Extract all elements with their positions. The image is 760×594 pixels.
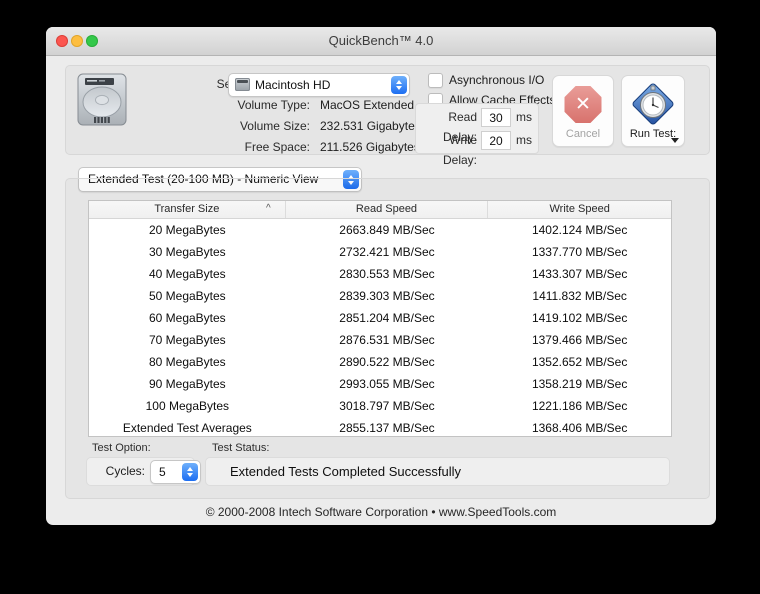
stepper-icon[interactable] xyxy=(182,463,198,481)
table-row-averages: Extended Test Averages 2855.137 MB/Sec 1… xyxy=(89,417,671,439)
transfer-size-cell: 60 MegaBytes xyxy=(148,311,226,325)
read-speed-cell: 3018.797 MB/Sec xyxy=(339,399,435,413)
async-io-checkbox-row: Asynchronous I/O xyxy=(428,72,544,88)
volume-type-value: MacOS Extended xyxy=(320,98,415,112)
transfer-size-cell: 100 MegaBytes xyxy=(145,399,230,413)
read-speed-cell: 2830.553 MB/Sec xyxy=(339,267,435,281)
table-row: 100 MegaBytes 3018.797 MB/Sec 1221.186 M… xyxy=(89,395,671,417)
volume-values: MacOS Extended 232.531 Gigabytes 211.526… xyxy=(320,95,421,158)
stepper-icon[interactable] xyxy=(391,76,407,94)
results-table: Transfer Size ^ Read Speed Write Speed 2… xyxy=(88,200,672,437)
write-speed-cell: 1358.219 MB/Sec xyxy=(531,377,628,391)
write-delay-unit: ms xyxy=(516,133,532,147)
transfer-size-cell: 90 MegaBytes xyxy=(148,377,226,391)
selected-volume-dropdown[interactable]: Macintosh HD xyxy=(228,73,410,97)
dropdown-arrow-icon xyxy=(671,138,679,143)
table-header: Transfer Size ^ Read Speed Write Speed xyxy=(89,201,671,219)
write-speed-cell: 1411.832 MB/Sec xyxy=(532,289,627,303)
cancel-button-label: Cancel xyxy=(565,128,601,140)
write-speed-cell: 1419.102 MB/Sec xyxy=(531,311,628,325)
transfer-size-cell: 30 MegaBytes xyxy=(148,245,226,259)
selected-volume-value: Macintosh HD xyxy=(255,78,331,92)
cancel-button[interactable]: ✕ Cancel xyxy=(552,75,614,147)
read-delay-input[interactable] xyxy=(481,108,511,127)
write-speed-cell: 1433.307 MB/Sec xyxy=(531,267,628,281)
write-speed-cell: 1368.406 MB/Sec xyxy=(531,421,628,435)
read-speed-cell: 2851.204 MB/Sec xyxy=(339,311,435,325)
volume-type-label: Volume Type: xyxy=(237,98,311,112)
copyright-footer: © 2000-2008 Intech Software Corporation … xyxy=(205,505,557,519)
transfer-size-cell: 20 MegaBytes xyxy=(148,223,226,237)
async-io-checkbox[interactable] xyxy=(428,72,443,88)
read-speed-cell: 2839.303 MB/Sec xyxy=(339,289,435,303)
read-speed-cell: 2732.421 MB/Sec xyxy=(339,245,435,259)
read-speed-cell: 2855.137 MB/Sec xyxy=(339,421,435,435)
transfer-size-cell: 50 MegaBytes xyxy=(148,289,226,303)
cycles-dropdown[interactable]: 5 xyxy=(150,460,201,484)
table-row: 40 MegaBytes 2830.553 MB/Sec 1433.307 MB… xyxy=(89,263,671,285)
table-row: 70 MegaBytes 2876.531 MB/Sec 1379.466 MB… xyxy=(89,329,671,351)
transfer-size-cell: 40 MegaBytes xyxy=(148,267,226,281)
stop-octagon-icon: ✕ xyxy=(564,86,602,123)
run-test-button[interactable]: Run Test: xyxy=(621,75,685,147)
read-speed-cell: 2890.522 MB/Sec xyxy=(339,355,435,369)
volume-size-value: 232.531 Gigabytes xyxy=(320,119,421,133)
free-space-label: Free Space: xyxy=(244,140,310,154)
read-delay-unit: ms xyxy=(516,110,532,124)
write-speed-cell: 1402.124 MB/Sec xyxy=(531,223,628,237)
test-option-label: Test Option: xyxy=(92,442,151,454)
table-row: 60 MegaBytes 2851.204 MB/Sec 1419.102 MB… xyxy=(89,307,671,329)
column-header-write-speed[interactable]: Write Speed xyxy=(488,201,671,218)
write-speed-cell: 1221.186 MB/Sec xyxy=(531,399,628,413)
write-speed-cell: 1379.466 MB/Sec xyxy=(531,333,628,347)
volume-size-label: Volume Size: xyxy=(239,119,310,133)
async-io-label: Asynchronous I/O xyxy=(449,73,545,87)
write-delay-input[interactable] xyxy=(481,131,511,150)
app-window: QuickBench™ 4.0 Volume Type: Volume Size… xyxy=(46,27,716,525)
free-space-value: 211.526 Gigabytes xyxy=(320,140,420,154)
write-speed-cell: 1337.770 MB/Sec xyxy=(531,245,628,259)
test-status-value: Extended Tests Completed Successfully xyxy=(230,464,461,479)
window-titlebar: QuickBench™ 4.0 xyxy=(46,27,716,56)
read-speed-cell: 2876.531 MB/Sec xyxy=(339,333,435,347)
write-delay-label: Write Delay: xyxy=(442,133,477,167)
table-row: 50 MegaBytes 2839.303 MB/Sec 1411.832 MB… xyxy=(89,285,671,307)
column-header-read-speed[interactable]: Read Speed xyxy=(286,201,489,218)
stopwatch-icon xyxy=(632,83,674,125)
sort-ascending-icon: ^ xyxy=(265,203,271,214)
hard-drive-icon xyxy=(77,73,127,132)
cycles-label: Cycles: xyxy=(105,464,145,478)
table-row: 90 MegaBytes 2993.055 MB/Sec 1358.219 MB… xyxy=(89,373,671,395)
transfer-size-cell: 80 MegaBytes xyxy=(148,355,226,369)
cycles-value: 5 xyxy=(159,465,166,479)
test-status-label: Test Status: xyxy=(212,442,270,454)
transfer-size-cell: 70 MegaBytes xyxy=(148,333,226,347)
table-row: 20 MegaBytes 2663.849 MB/Sec 1402.124 MB… xyxy=(89,219,671,241)
transfer-size-cell: Extended Test Averages xyxy=(122,421,252,435)
column-header-transfer-size[interactable]: Transfer Size ^ xyxy=(89,201,286,218)
table-row: 80 MegaBytes 2890.522 MB/Sec 1352.652 MB… xyxy=(89,351,671,373)
table-row: 30 MegaBytes 2732.421 MB/Sec 1337.770 MB… xyxy=(89,241,671,263)
read-speed-cell: 2663.849 MB/Sec xyxy=(339,223,435,237)
volume-mini-disk-icon xyxy=(235,78,250,91)
read-speed-cell: 2993.055 MB/Sec xyxy=(339,377,435,391)
write-speed-cell: 1352.652 MB/Sec xyxy=(531,355,628,369)
window-title: QuickBench™ 4.0 xyxy=(328,33,434,48)
